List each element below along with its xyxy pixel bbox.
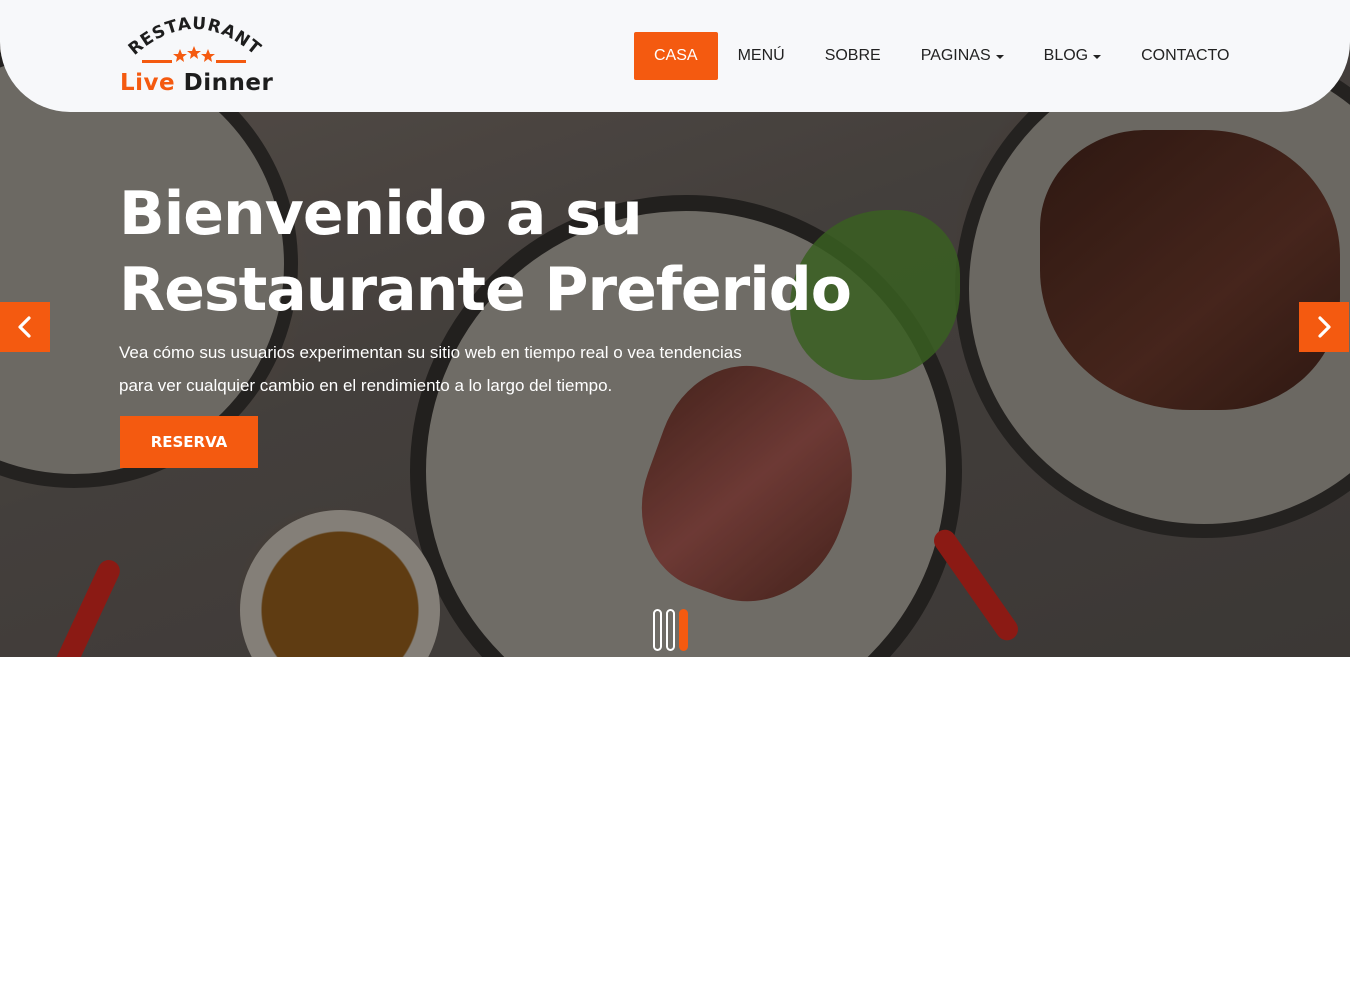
nav-item-blog[interactable]: BLOG xyxy=(1024,32,1121,80)
carousel-indicators xyxy=(653,609,688,651)
navbar: RESTAURANT Live Dinner CASA MENÚ SOBRE P… xyxy=(0,0,1350,112)
nav-item-label: MENÚ xyxy=(737,47,785,64)
reserve-button[interactable]: RESERVA xyxy=(120,416,258,468)
hero-title-line1: Bienvenido a su xyxy=(119,179,643,249)
caret-down-icon xyxy=(1093,54,1102,59)
caret-down-icon xyxy=(995,54,1004,59)
brand-logo[interactable]: RESTAURANT Live Dinner xyxy=(118,14,273,98)
logo-arc-icon: RESTAURANT xyxy=(125,14,264,63)
hero-title-line2: Restaurante Preferido xyxy=(119,255,852,325)
nav-item-casa[interactable]: CASA xyxy=(634,32,718,80)
brand-name: Live Dinner xyxy=(120,70,273,96)
nav-item-menu[interactable]: MENÚ xyxy=(718,32,805,80)
carousel-next-button[interactable] xyxy=(1299,302,1349,352)
chevron-right-icon xyxy=(1318,316,1331,338)
nav-item-label: CONTACTO xyxy=(1141,47,1230,64)
main-nav: CASA MENÚ SOBRE PAGINAS BLOG CONTACTO xyxy=(634,32,1249,80)
nav-item-label: CASA xyxy=(654,47,698,64)
nav-item-label: BLOG xyxy=(1043,47,1089,64)
carousel-indicator[interactable] xyxy=(666,609,675,651)
nav-item-sobre[interactable]: SOBRE xyxy=(805,32,901,80)
nav-item-paginas[interactable]: PAGINAS xyxy=(901,32,1024,80)
nav-item-label: PAGINAS xyxy=(920,47,991,64)
brand-name-live: Live xyxy=(120,70,176,96)
hero-title: Bienvenido a su Restaurante Preferido xyxy=(119,176,879,328)
brand-name-dinner: Dinner xyxy=(183,70,274,96)
hero-description: Vea cómo sus usuarios experimentan su si… xyxy=(119,343,742,395)
chevron-left-icon xyxy=(18,316,31,338)
nav-item-contacto[interactable]: CONTACTO xyxy=(1121,32,1249,80)
carousel-indicator[interactable] xyxy=(653,609,662,651)
carousel-indicator-active[interactable] xyxy=(679,609,688,651)
nav-item-label: SOBRE xyxy=(824,47,881,64)
carousel-prev-button[interactable] xyxy=(0,302,50,352)
